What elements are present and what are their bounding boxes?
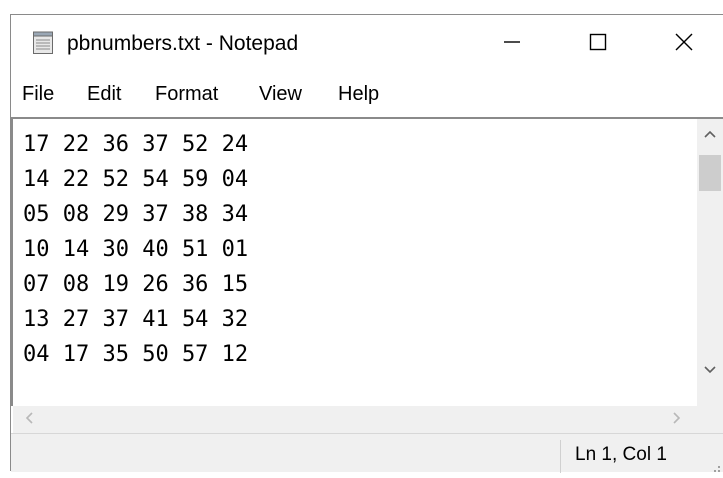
scroll-right-button[interactable] (665, 406, 689, 433)
editor-line: 05 08 29 37 38 34 (23, 202, 249, 227)
vertical-scrollbar[interactable] (697, 119, 723, 406)
editor-line: 14 22 52 54 59 04 (23, 167, 249, 192)
cursor-position: Ln 1, Col 1 (575, 444, 667, 465)
notepad-window: pbnumbers.txt - Notepad File Edit Format… (10, 14, 723, 473)
chevron-right-icon (673, 411, 681, 429)
menu-file[interactable]: File (22, 81, 54, 108)
maximize-button[interactable] (563, 15, 633, 73)
chevron-up-icon (704, 125, 716, 143)
close-icon (674, 32, 694, 57)
maximize-icon (588, 32, 608, 57)
close-button[interactable] (649, 15, 719, 73)
minimize-button[interactable] (477, 15, 547, 73)
minimize-icon (502, 32, 522, 57)
menu-view[interactable]: View (259, 81, 302, 108)
editor-line: 04 17 35 50 57 12 (23, 342, 249, 367)
editor-line: 10 14 30 40 51 01 (23, 237, 249, 262)
background-window-strip (0, 0, 723, 14)
scroll-up-button[interactable] (697, 119, 723, 149)
editor-line: 13 27 37 41 54 32 (23, 307, 249, 332)
window-title: pbnumbers.txt - Notepad (67, 32, 299, 55)
resize-grip-icon[interactable] (711, 460, 721, 472)
menu-edit[interactable]: Edit (87, 81, 121, 108)
chevron-down-icon (704, 361, 716, 379)
text-editor[interactable]: 17 22 36 37 52 24 14 22 52 54 59 04 05 08 … (11, 117, 723, 406)
scrollbar-corner (695, 406, 723, 433)
menu-help[interactable]: Help (338, 81, 379, 108)
editor-text[interactable]: 17 22 36 37 52 24 14 22 52 54 59 04 05 08 … (23, 127, 693, 397)
editor-line: 07 08 19 26 36 15 (23, 272, 249, 297)
scroll-left-button[interactable] (17, 406, 41, 433)
notepad-icon (32, 31, 54, 55)
chevron-left-icon (25, 411, 33, 429)
status-divider (560, 440, 561, 473)
title-bar[interactable]: pbnumbers.txt - Notepad (11, 15, 723, 73)
menu-format[interactable]: Format (155, 81, 218, 108)
status-bar: Ln 1, Col 1 (11, 433, 723, 473)
scroll-down-button[interactable] (697, 355, 723, 385)
horizontal-scrollbar[interactable] (13, 406, 695, 433)
editor-line: 17 22 36 37 52 24 (23, 132, 249, 157)
vertical-scroll-thumb[interactable] (699, 155, 721, 191)
menu-bar: File Edit Format View Help (11, 73, 723, 117)
